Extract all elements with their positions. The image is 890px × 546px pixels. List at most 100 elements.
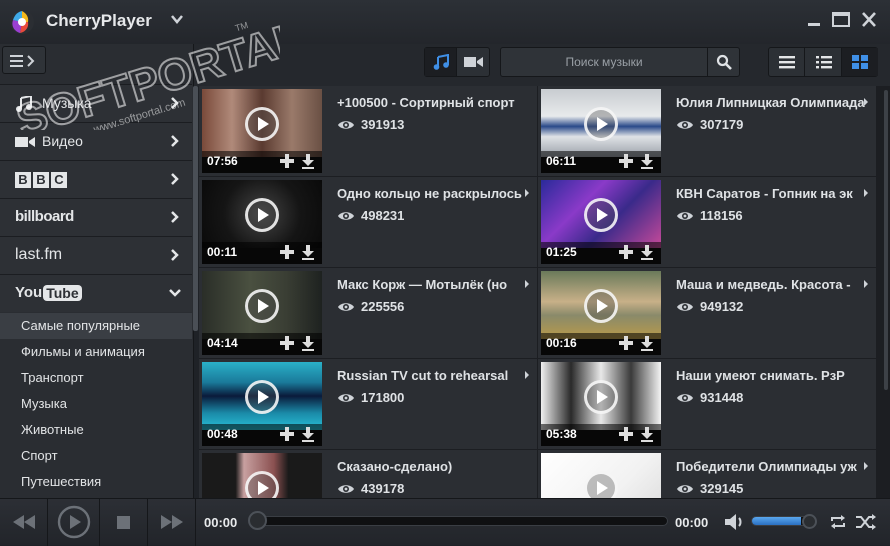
play-icon[interactable] — [245, 471, 279, 498]
maximize-button[interactable] — [830, 10, 852, 30]
volume-handle[interactable] — [802, 514, 817, 529]
sidebar-scrollbar[interactable] — [193, 86, 198, 331]
chevron-down-icon[interactable] — [170, 12, 184, 26]
sidebar-item-music[interactable]: Музыка — [0, 84, 192, 122]
chevron-right-icon — [171, 97, 179, 109]
video-title[interactable]: Сказано-сделано) — [337, 459, 527, 474]
video-card[interactable]: Сказано-сделано) 439178 — [199, 450, 537, 498]
volume-icon[interactable] — [724, 513, 744, 531]
youtube-category-item[interactable]: Самые популярные — [0, 313, 192, 339]
video-thumbnail[interactable]: 05:38 — [541, 362, 661, 446]
view-grid-button[interactable] — [842, 48, 878, 76]
download-icon[interactable] — [301, 335, 315, 351]
play-icon[interactable] — [584, 107, 618, 141]
search-button[interactable] — [707, 48, 739, 76]
add-to-playlist-icon[interactable] — [279, 153, 295, 169]
video-card[interactable]: 00:48 Russian TV cut to rehearsal 171800 — [199, 359, 537, 449]
chevron-right-icon — [525, 280, 529, 288]
video-thumbnail[interactable]: 00:16 — [541, 271, 661, 355]
seek-bar[interactable] — [256, 516, 668, 526]
music-note-icon — [16, 96, 32, 112]
video-thumbnail[interactable]: 06:11 — [541, 89, 661, 173]
youtube-category-item[interactable]: Музыка — [0, 391, 192, 417]
download-icon[interactable] — [640, 153, 654, 169]
video-camera-icon — [464, 57, 483, 67]
video-thumbnail[interactable]: 00:11 — [202, 180, 322, 264]
video-card[interactable]: 04:14 Макс Корж — Мотылёк (но 225556 — [199, 268, 537, 358]
next-button[interactable] — [148, 499, 196, 546]
video-card[interactable]: 00:16 Маша и медведь. Красота - 949132 — [538, 268, 876, 358]
video-title[interactable]: КВН Саратов - Гопник на эк — [676, 186, 866, 201]
add-to-playlist-icon[interactable] — [279, 244, 295, 260]
youtube-category-item[interactable]: Путешествия — [0, 469, 192, 495]
add-to-playlist-icon[interactable] — [618, 244, 634, 260]
video-thumbnail[interactable] — [541, 453, 661, 498]
video-title[interactable]: Юлия Липницкая Олимпиада — [676, 95, 866, 110]
sidebar-item-video[interactable]: Видео — [0, 122, 192, 160]
download-icon[interactable] — [640, 244, 654, 260]
play-icon[interactable] — [245, 380, 279, 414]
video-mode-button[interactable] — [457, 48, 490, 76]
download-icon[interactable] — [640, 426, 654, 442]
download-icon[interactable] — [301, 153, 315, 169]
play-icon[interactable] — [584, 471, 618, 498]
youtube-category-item[interactable]: Животные — [0, 417, 192, 443]
stop-button[interactable] — [100, 499, 148, 546]
view-list-compact-button[interactable] — [769, 48, 805, 76]
youtube-category-item[interactable]: Транспорт — [0, 365, 192, 391]
sidebar-toggle-button[interactable] — [2, 46, 46, 74]
video-title[interactable]: Макс Корж — Мотылёк (но — [337, 277, 527, 292]
add-to-playlist-icon[interactable] — [618, 153, 634, 169]
video-card[interactable]: 06:11 Юлия Липницкая Олимпиада 307179 — [538, 86, 876, 176]
video-thumbnail[interactable] — [202, 453, 322, 498]
shuffle-icon[interactable] — [855, 513, 877, 531]
video-title[interactable]: Наши умеют снимать. РзР — [676, 368, 866, 383]
eye-icon — [677, 485, 693, 493]
play-icon[interactable] — [245, 107, 279, 141]
add-to-playlist-icon[interactable] — [279, 426, 295, 442]
youtube-category-item[interactable]: Фильмы и анимация — [0, 339, 192, 365]
video-thumbnail[interactable]: 01:25 — [541, 180, 661, 264]
download-icon[interactable] — [301, 244, 315, 260]
video-title[interactable]: Маша и медведь. Красота - — [676, 277, 866, 292]
video-thumbnail[interactable]: 07:56 — [202, 89, 322, 173]
sidebar-item-bbc[interactable]: B B C — [0, 160, 192, 198]
sidebar-item-lastfm[interactable]: last.fm — [0, 236, 192, 274]
video-title[interactable]: Победители Олимпиады уж — [676, 459, 866, 474]
video-card[interactable]: 00:11 Одно кольцо не раскрылось 498231 — [199, 177, 537, 267]
youtube-category-item[interactable]: Спорт — [0, 443, 192, 469]
play-icon[interactable] — [584, 380, 618, 414]
download-icon[interactable] — [640, 335, 654, 351]
media-type-toggle — [424, 47, 490, 77]
add-to-playlist-icon[interactable] — [279, 335, 295, 351]
video-card[interactable]: Победители Олимпиады уж 329145 — [538, 450, 876, 498]
sidebar-item-youtube[interactable]: You Tube — [0, 274, 192, 312]
search-input[interactable] — [501, 48, 707, 76]
download-icon[interactable] — [301, 426, 315, 442]
video-title[interactable]: Одно кольцо не раскрылось — [337, 186, 527, 201]
video-card[interactable]: 01:25 КВН Саратов - Гопник на эк 118156 — [538, 177, 876, 267]
add-to-playlist-icon[interactable] — [618, 335, 634, 351]
chevron-right-icon — [171, 173, 179, 185]
video-title[interactable]: +100500 - Сортирный спорт — [337, 95, 527, 110]
music-mode-button[interactable] — [425, 48, 457, 76]
video-card[interactable]: 05:38 Наши умеют снимать. РзР 931448 — [538, 359, 876, 449]
play-button[interactable] — [48, 499, 100, 546]
add-to-playlist-icon[interactable] — [618, 426, 634, 442]
grid-scrollbar[interactable] — [884, 90, 888, 390]
sidebar-item-billboard[interactable]: billboard — [0, 198, 192, 236]
video-thumbnail[interactable]: 00:48 — [202, 362, 322, 446]
play-icon[interactable] — [584, 289, 618, 323]
minimize-button[interactable] — [803, 10, 825, 30]
view-list-detail-button[interactable] — [805, 48, 842, 76]
close-button[interactable] — [858, 10, 880, 30]
video-card[interactable]: 07:56 +100500 - Сортирный спорт 391913 — [199, 86, 537, 176]
video-title[interactable]: Russian TV cut to rehearsal — [337, 368, 527, 383]
repeat-icon[interactable] — [829, 513, 847, 531]
previous-button[interactable] — [0, 499, 48, 546]
play-icon[interactable] — [245, 198, 279, 232]
play-icon[interactable] — [584, 198, 618, 232]
play-icon[interactable] — [245, 289, 279, 323]
video-thumbnail[interactable]: 04:14 — [202, 271, 322, 355]
seek-handle[interactable] — [248, 511, 267, 530]
